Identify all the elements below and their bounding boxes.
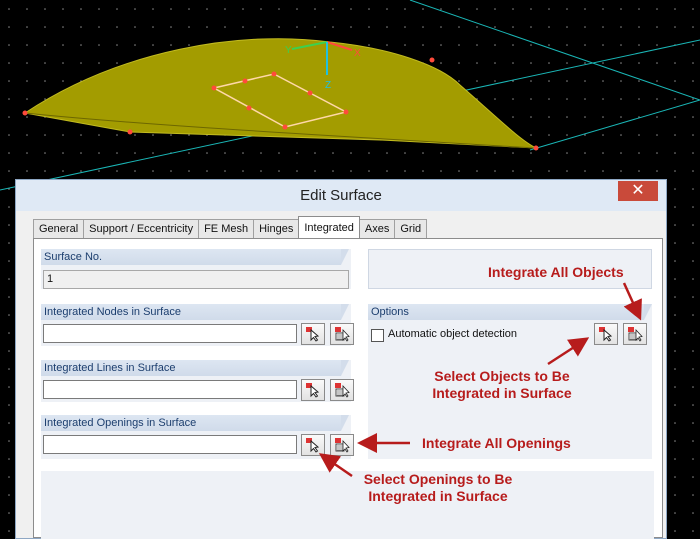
integrated-openings-label: Integrated Openings in Surface [41, 415, 349, 431]
tab-axes[interactable]: Axes [358, 219, 396, 238]
integrate-all-icon [335, 327, 350, 342]
select-nodes-button[interactable] [301, 323, 325, 345]
tab-support-eccentricity[interactable]: Support / Eccentricity [83, 219, 200, 238]
tab-strip: General Support / Eccentricity FE Mesh H… [33, 216, 428, 239]
integrated-openings-input[interactable] [43, 435, 297, 454]
comment-area [41, 471, 654, 539]
tab-general[interactable]: General [33, 219, 85, 238]
tab-hinges[interactable]: Hinges [253, 219, 300, 238]
dialog-titlebar[interactable]: Edit Surface ✕ [16, 180, 666, 211]
auto-detect-label: Automatic object detection [388, 328, 518, 340]
integrated-openings-group: Integrated Openings in Surface [41, 415, 354, 459]
axis-label-z: Z [325, 80, 331, 91]
surface-no-field: 1 [43, 270, 349, 289]
integrate-all-nodes-button[interactable] [330, 323, 354, 345]
annotation-select-objects: Select Objects to Be Integrated in Surfa… [422, 368, 582, 402]
select-lines-button[interactable] [301, 379, 325, 401]
axis-label-y: Y [285, 45, 292, 56]
edit-surface-dialog: Edit Surface ✕ General Support / Eccentr… [15, 179, 667, 539]
dialog-title: Edit Surface [300, 187, 382, 204]
close-button[interactable]: ✕ [618, 181, 658, 201]
tab-grid[interactable]: Grid [394, 219, 428, 238]
integrated-lines-label: Integrated Lines in Surface [41, 360, 349, 376]
integrated-nodes-group: Integrated Nodes in Surface [41, 304, 354, 346]
select-openings-button[interactable] [301, 434, 325, 456]
integrate-all-icon [628, 327, 643, 342]
options-label: Options [368, 304, 652, 320]
integrate-all-openings-button[interactable] [330, 434, 354, 456]
annotation-select-objects-line2: Integrated in Surface [432, 385, 572, 401]
annotation-select-openings-line2: Integrated in Surface [368, 488, 508, 504]
tab-fe-mesh[interactable]: FE Mesh [198, 219, 255, 238]
integrate-all-icon [335, 383, 350, 398]
surface-no-group: Surface No. 1 [41, 249, 351, 289]
annotation-select-openings-line1: Select Openings to Be [363, 471, 513, 487]
surface-no-label: Surface No. [41, 249, 349, 265]
annotation-integrate-all-objects: Integrate All Objects [488, 264, 624, 280]
integrated-lines-group: Integrated Lines in Surface [41, 360, 354, 402]
tab-integrated[interactable]: Integrated [298, 216, 360, 238]
integrated-nodes-label: Integrated Nodes in Surface [41, 304, 349, 320]
integrate-all-lines-button[interactable] [330, 379, 354, 401]
select-cursor-icon [306, 438, 320, 453]
integrated-lines-input[interactable] [43, 380, 297, 399]
auto-detect-checkbox[interactable] [371, 329, 384, 342]
select-cursor-icon [306, 327, 320, 342]
integrate-all-icon [335, 438, 350, 453]
axis-label-x: X [354, 48, 361, 59]
select-cursor-icon [306, 383, 320, 398]
annotation-select-openings: Select Openings to Be Integrated in Surf… [358, 471, 518, 505]
integrate-all-objects-button[interactable] [623, 323, 647, 345]
integrated-nodes-input[interactable] [43, 324, 297, 343]
annotation-integrate-all-openings: Integrate All Openings [422, 435, 571, 451]
select-objects-button[interactable] [594, 323, 618, 345]
annotation-select-objects-line1: Select Objects to Be [434, 368, 570, 384]
select-cursor-icon [599, 327, 613, 342]
